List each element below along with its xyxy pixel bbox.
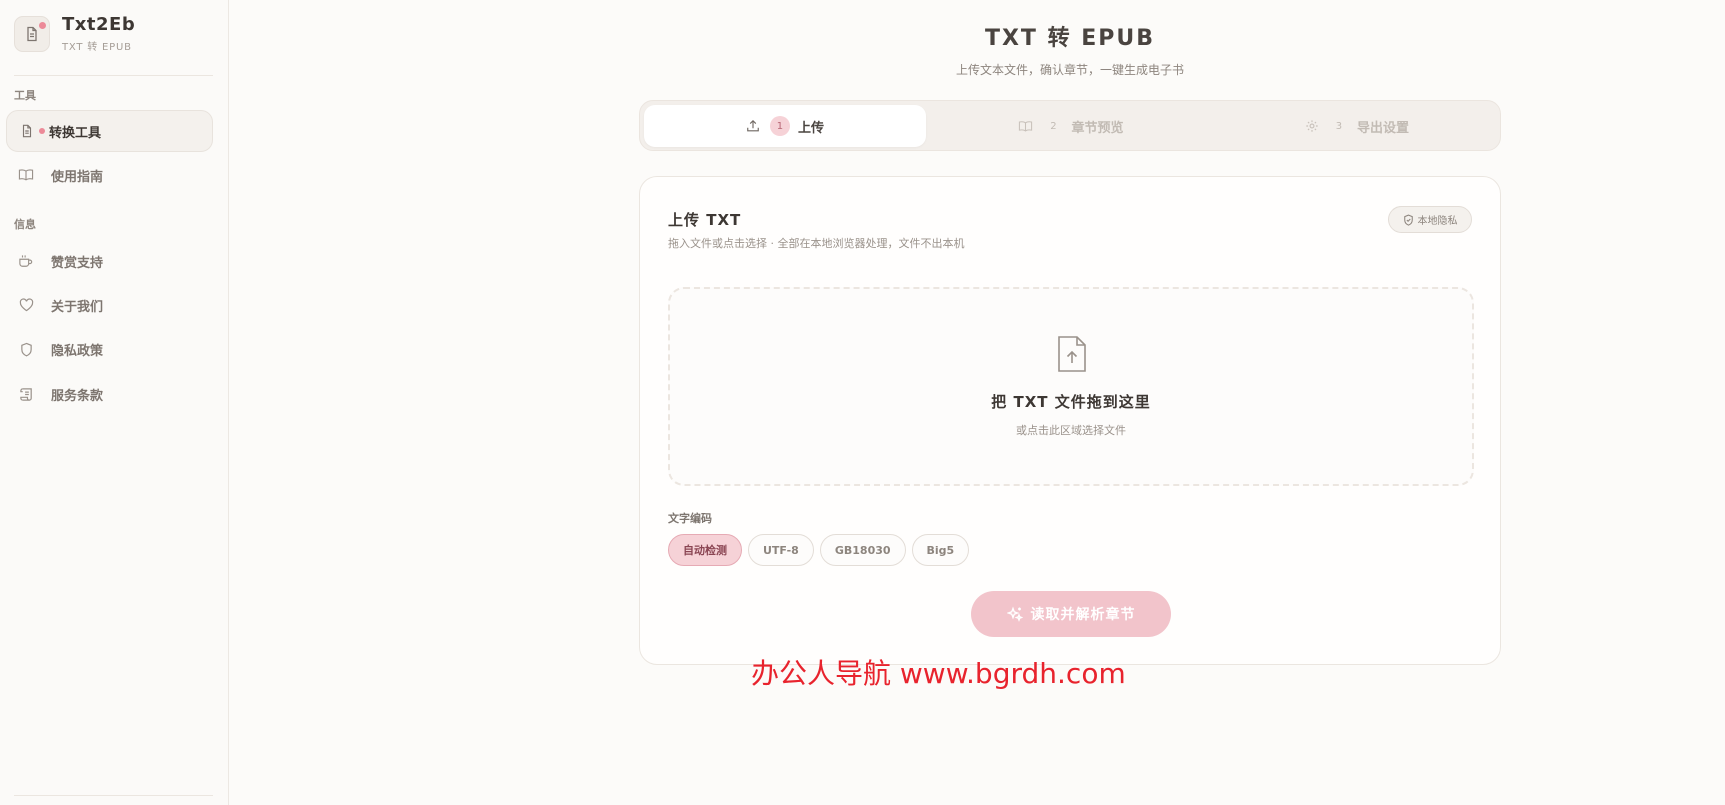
tab-upload[interactable]: 1 上传 [644, 105, 926, 147]
document-icon [19, 123, 35, 139]
encoding-option-big5[interactable]: Big5 [911, 534, 970, 566]
tab-chapter-preview[interactable]: 2 章节预览 [930, 105, 1212, 147]
parse-chapters-button[interactable]: 读取并解析章节 [971, 591, 1171, 637]
step-label: 导出设置 [1356, 120, 1409, 136]
watermark-text: 办公人导航 www.bgrdh.com [751, 657, 1126, 690]
scroll-icon [18, 386, 34, 402]
step-label: 章节预览 [1071, 120, 1124, 136]
sidebar-item-label: 使用指南 [51, 169, 104, 185]
step-number: 1 [769, 116, 790, 136]
encoding-option-gb18030[interactable]: GB18030 [819, 534, 906, 566]
brand-dot [39, 21, 46, 29]
parse-button-label: 读取并解析章节 [1030, 606, 1136, 622]
sidebar-divider-bottom [14, 795, 213, 796]
sidebar-item-label: 转换工具 [49, 125, 102, 141]
upload-icon [746, 119, 760, 133]
card-title: 上传 TXT [668, 211, 742, 229]
sidebar-item-terms[interactable]: 服务条款 [6, 373, 213, 415]
gear-icon [1305, 119, 1319, 133]
encoding-option-auto[interactable]: 自动检测 [668, 534, 742, 566]
sidebar: Txt2Eb TXT 转 EPUB 工具 转换工具 使用指南 信息 赞赏支持 关… [0, 0, 229, 805]
sidebar-item-label: 隐私政策 [51, 343, 104, 359]
shield-icon [18, 341, 34, 357]
dropzone-hint: 或点击此区域选择文件 [1016, 424, 1126, 437]
brand-subtitle: TXT 转 EPUB [62, 42, 132, 53]
active-dot [39, 128, 45, 134]
shield-check-icon [1403, 214, 1414, 226]
dropzone-title: 把 TXT 文件拖到这里 [991, 393, 1151, 411]
sidebar-item-label: 赞赏支持 [51, 255, 104, 271]
sidebar-section-info: 信息 [14, 218, 36, 231]
upload-card: 上传 TXT 拖入文件或点击选择 · 全部在本地浏览器处理，文件不出本机 本地隐… [639, 176, 1501, 665]
sidebar-item-label: 服务条款 [51, 388, 104, 404]
privacy-badge: 本地隐私 [1388, 206, 1472, 233]
tab-export-settings[interactable]: 3 导出设置 [1216, 105, 1498, 147]
encoding-option-utf8[interactable]: UTF-8 [748, 534, 814, 566]
sidebar-item-guide[interactable]: 使用指南 [6, 154, 213, 196]
sidebar-item-privacy[interactable]: 隐私政策 [6, 328, 213, 370]
step-number: 3 [1335, 120, 1343, 132]
sidebar-item-label: 关于我们 [51, 299, 104, 315]
heart-icon [18, 297, 34, 313]
sparkle-icon [1006, 606, 1023, 622]
book-icon [18, 167, 34, 183]
privacy-badge-label: 本地隐私 [1417, 216, 1458, 227]
sidebar-item-donate[interactable]: 赞赏支持 [6, 240, 213, 282]
encoding-options: 自动检测 UTF-8 GB18030 Big5 [668, 534, 970, 566]
document-icon [27, 26, 37, 41]
encoding-label: 文字编码 [668, 512, 712, 525]
file-dropzone[interactable]: 把 TXT 文件拖到这里 或点击此区域选择文件 [668, 287, 1474, 486]
sidebar-item-about[interactable]: 关于我们 [6, 284, 213, 326]
page-subtitle: 上传文本文件，确认章节，一键生成电子书 [955, 63, 1184, 77]
step-label: 上传 [797, 120, 824, 136]
brand[interactable]: Txt2Eb TXT 转 EPUB [14, 14, 135, 53]
page-title: TXT 转 EPUB [984, 26, 1156, 51]
book-icon [1018, 120, 1033, 133]
file-upload-icon [1056, 335, 1088, 377]
step-tabs: 1 上传 2 章节预览 3 导出设置 [639, 100, 1501, 151]
sidebar-section-tools: 工具 [14, 89, 36, 102]
brand-logo [14, 15, 50, 52]
brand-title: Txt2Eb [62, 14, 136, 35]
sidebar-item-convert[interactable]: 转换工具 [6, 110, 213, 152]
sidebar-divider [14, 75, 213, 76]
card-description: 拖入文件或点击选择 · 全部在本地浏览器处理，文件不出本机 [668, 237, 965, 250]
coffee-icon [18, 253, 34, 269]
step-number: 2 [1050, 120, 1057, 132]
